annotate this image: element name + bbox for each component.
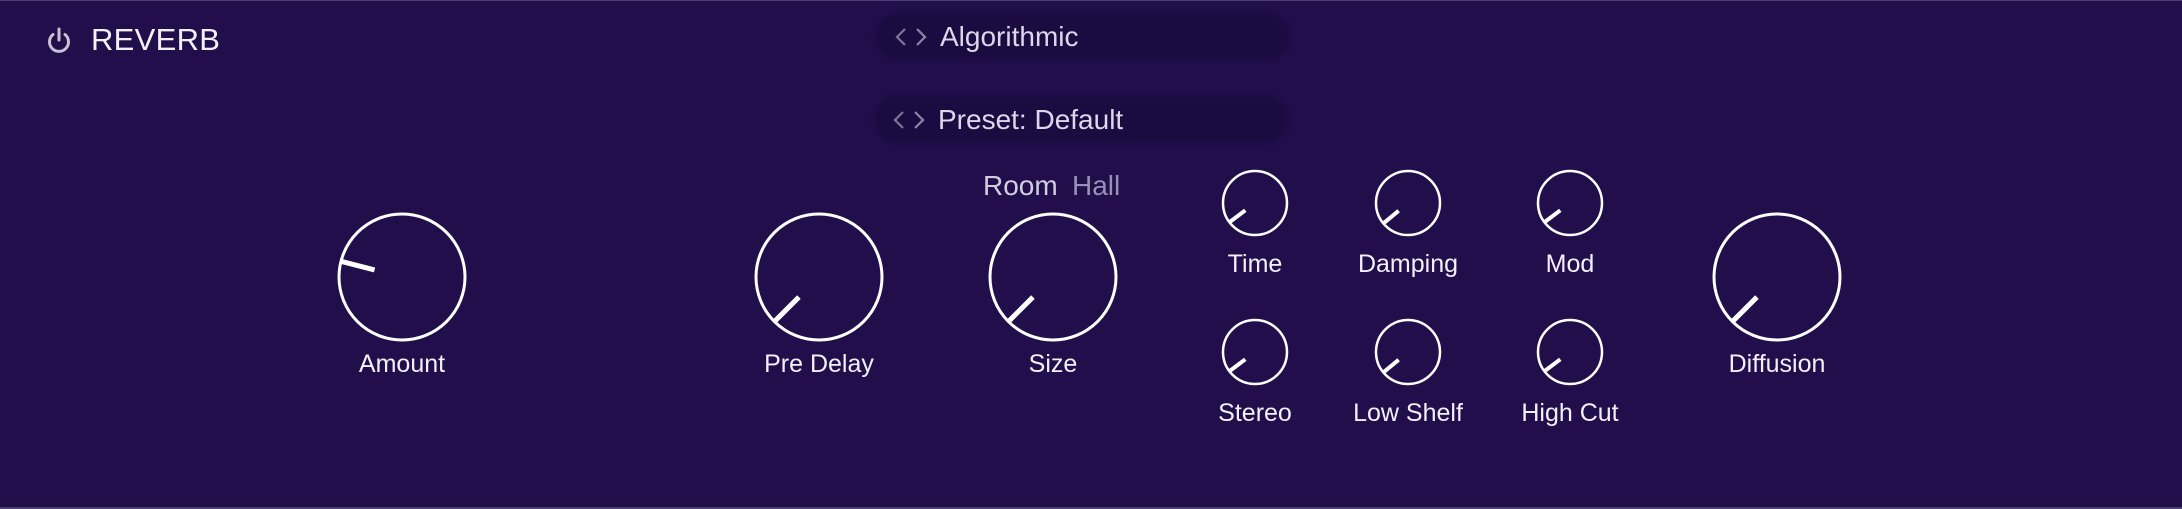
knob-dial-size	[988, 212, 1118, 342]
panel-top-border	[0, 0, 2182, 1]
knob-dial-damping	[1374, 169, 1442, 237]
knob-dial-time	[1221, 169, 1289, 237]
knob-dial-low-shelf	[1374, 318, 1442, 386]
knob-label-amount: Amount	[358, 350, 446, 378]
knob-label-pre-delay: Pre Delay	[764, 350, 874, 378]
knob-label-high-cut: High Cut	[1521, 399, 1619, 427]
knob-indicator	[1382, 209, 1400, 225]
module-title: REVERB	[91, 22, 221, 57]
knob-dial-pre-delay	[754, 212, 884, 342]
chevron-right-icon[interactable]	[910, 107, 928, 133]
knob-dial-high-cut	[1536, 318, 1604, 386]
algorithm-value: Algorithmic	[940, 20, 1079, 52]
knob-indicator	[340, 258, 376, 273]
mode-room-option[interactable]: Room	[983, 170, 1058, 202]
knob-indicator	[1228, 357, 1247, 373]
knob-indicator	[1006, 295, 1035, 324]
knob-indicator	[1228, 208, 1247, 224]
knob-label-size: Size	[1028, 350, 1078, 378]
power-button[interactable]	[44, 26, 74, 56]
power-icon	[48, 27, 70, 53]
knob-ring	[337, 212, 467, 342]
knob-label-mod: Mod	[1545, 250, 1595, 278]
knob-mod[interactable]	[1534, 167, 1606, 239]
chevron-left-icon[interactable]	[890, 107, 908, 133]
knob-label-stereo: Stereo	[1218, 399, 1292, 427]
knob-diffusion[interactable]	[1710, 210, 1844, 344]
knob-dial-amount	[337, 212, 467, 342]
knob-dial-stereo	[1221, 318, 1289, 386]
knob-damping[interactable]	[1372, 167, 1444, 239]
knob-ring	[1374, 318, 1442, 386]
knob-ring	[1536, 318, 1604, 386]
knob-label-diffusion: Diffusion	[1728, 350, 1826, 378]
knob-ring	[1221, 318, 1289, 386]
knob-ring	[1374, 169, 1442, 237]
knob-time[interactable]	[1219, 167, 1291, 239]
knob-low-shelf[interactable]	[1372, 316, 1444, 388]
knob-dial-mod	[1536, 169, 1604, 237]
knob-indicator	[772, 295, 801, 324]
knob-indicator	[1543, 208, 1562, 224]
knob-label-damping: Damping	[1357, 250, 1459, 278]
chevron-left-icon[interactable]	[892, 24, 910, 50]
knob-pre-delay[interactable]	[752, 210, 886, 344]
knob-label-low-shelf: Low Shelf	[1353, 399, 1463, 427]
knob-indicator	[1730, 295, 1759, 324]
knob-label-time: Time	[1227, 250, 1283, 278]
preset-value: Preset: Default	[938, 103, 1124, 135]
knob-high-cut[interactable]	[1534, 316, 1606, 388]
knob-amount[interactable]	[335, 210, 469, 344]
knob-dial-diffusion	[1712, 212, 1842, 342]
knob-indicator	[1382, 358, 1400, 374]
chevron-right-icon[interactable]	[912, 24, 930, 50]
knob-size[interactable]	[986, 210, 1120, 344]
knob-ring	[1536, 169, 1604, 237]
mode-hall-option[interactable]: Hall	[1072, 170, 1120, 202]
algorithm-selector[interactable]: Algorithmic	[878, 15, 1288, 58]
knob-stereo[interactable]	[1219, 316, 1291, 388]
knob-ring	[1221, 169, 1289, 237]
knob-indicator	[1543, 357, 1562, 373]
preset-selector[interactable]: Preset: Default	[876, 98, 1286, 141]
